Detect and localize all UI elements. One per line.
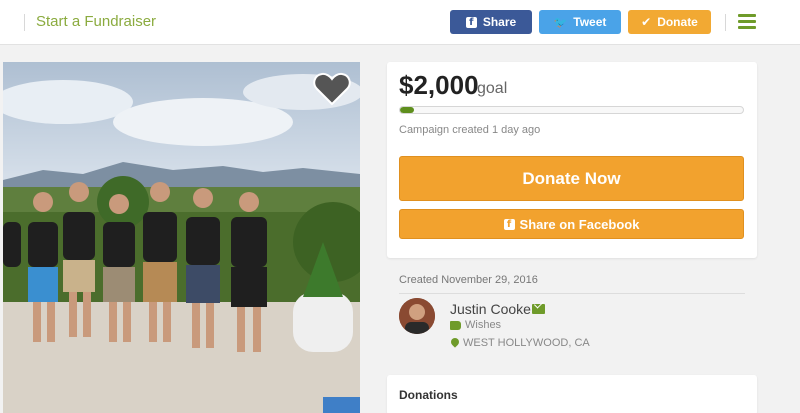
goal-amount: $2,000 bbox=[399, 70, 479, 100]
donations-card: Donations bbox=[387, 375, 757, 413]
check-icon: ✔ bbox=[641, 15, 652, 29]
goal-card: $2,000 goal Campaign created 1 day ago D… bbox=[387, 62, 757, 258]
created-date: Created November 29, 2016 bbox=[399, 274, 538, 286]
campaign-created-ago: Campaign created 1 day ago bbox=[399, 124, 541, 136]
hamburger-menu-icon[interactable] bbox=[738, 14, 756, 29]
share-button[interactable]: f Share bbox=[450, 10, 532, 34]
donate-button-label: Donate bbox=[657, 15, 698, 29]
donate-button[interactable]: ✔ Donate bbox=[628, 10, 711, 34]
campaign-category[interactable]: Wishes bbox=[465, 319, 501, 331]
campaign-photo bbox=[3, 62, 360, 413]
donations-title: Donations bbox=[399, 388, 458, 402]
donate-now-button[interactable]: Donate Now bbox=[399, 156, 744, 201]
mail-icon[interactable] bbox=[532, 304, 545, 314]
divider bbox=[24, 14, 25, 31]
twitter-icon: 🐦 bbox=[553, 15, 568, 29]
divider bbox=[399, 293, 745, 294]
goal-label: goal bbox=[477, 80, 508, 97]
facebook-icon: f bbox=[465, 16, 477, 28]
facebook-icon: f bbox=[503, 218, 515, 230]
organizer-name[interactable]: Justin Cooke bbox=[450, 301, 531, 317]
heart-icon[interactable] bbox=[313, 72, 351, 106]
start-fundraiser-link[interactable]: Start a Fundraiser bbox=[36, 13, 156, 30]
share-button-label: Share bbox=[482, 15, 517, 29]
organizer-location: WEST HOLLYWOOD, CA bbox=[463, 337, 590, 349]
divider bbox=[725, 14, 726, 31]
tweet-button[interactable]: 🐦 Tweet bbox=[539, 10, 621, 34]
tweet-button-label: Tweet bbox=[573, 15, 607, 29]
share-on-facebook-label: Share on Facebook bbox=[519, 216, 640, 232]
tag-icon bbox=[450, 321, 461, 330]
progress-bar-fill bbox=[400, 107, 414, 113]
progress-bar bbox=[399, 106, 744, 114]
location-pin-icon bbox=[449, 336, 461, 348]
top-navigation-bar: Start a Fundraiser f Share 🐦 Tweet ✔ Don… bbox=[0, 0, 800, 45]
avatar[interactable] bbox=[399, 298, 435, 334]
share-on-facebook-button[interactable]: f Share on Facebook bbox=[399, 209, 744, 239]
